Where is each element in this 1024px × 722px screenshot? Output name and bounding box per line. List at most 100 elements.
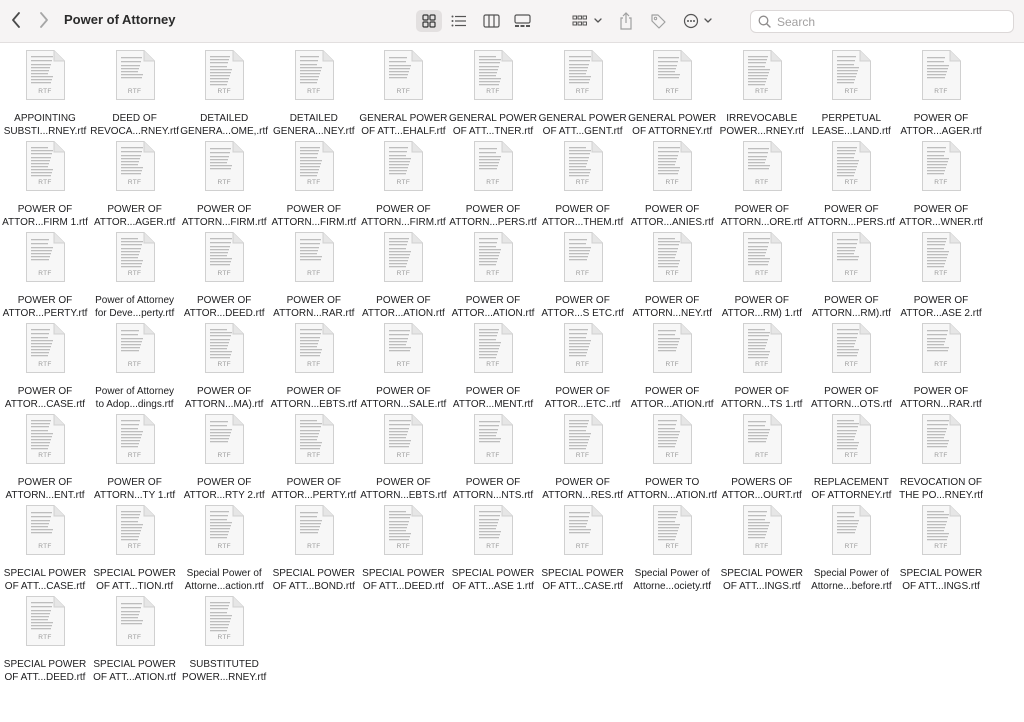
file-item[interactable]: RTF POWER OF ATTOR...MENT.rtf [448,323,538,413]
gallery-view-button[interactable] [511,10,533,32]
file-item[interactable]: RTF POWER OF ATTOR...PERTY.rtf [269,414,359,504]
file-item[interactable]: RTF POWER OF ATTOR...RTY 2.rtf [179,414,269,504]
forward-button[interactable] [34,10,54,30]
file-item[interactable]: RTF IRREVOCABLE POWER...RNEY.rtf [717,50,807,140]
file-item[interactable]: RTF GENERAL POWER OF ATT...EHALF.rtf [358,50,448,140]
file-item[interactable]: RTF POWER OF ATTORN...OTS.rtf [806,323,896,413]
file-type-label: RTF [755,543,769,550]
file-item[interactable]: RTF SPECIAL POWER OF ATT...CASE.rtf [538,505,628,595]
file-item[interactable]: RTF POWER OF ATTOR...AGER.rtf [896,50,986,140]
rtf-document-icon: RTF [294,232,334,282]
file-name-line-2: OF ATT...ATION.rtf [93,672,177,683]
file-item[interactable]: RTF POWER OF ATTORN...FIRM.rtf [269,141,359,231]
file-item[interactable]: RTF POWER OF ATTOR...FIRM 1.rtf [0,141,90,231]
file-item[interactable]: RTF DETAILED GENERA...NEY.rtf [269,50,359,140]
file-item[interactable]: RTF Power of Attorney for Deve...perty.rtf [90,232,180,322]
file-item[interactable]: RTF POWER TO ATTORN...ATION.rtf [627,414,717,504]
file-item[interactable]: RTF POWER OF ATTORN...ORE.rtf [717,141,807,231]
file-item[interactable]: RTF SPECIAL POWER OF ATT...BOND.rtf [269,505,359,595]
file-item[interactable]: RTF POWER OF ATTOR...ANIES.rtf [627,141,717,231]
search-field[interactable] [750,10,1014,33]
file-item[interactable]: RTF POWER OF ATTOR...ASE 2.rtf [896,232,986,322]
file-item[interactable]: RTF Power of Attorney to Adop...dings.rtf [90,323,180,413]
file-item[interactable]: RTF POWER OF ATTORN...TY 1.rtf [90,414,180,504]
file-item[interactable]: RTF SPECIAL POWER OF ATT...ASE 1.rtf [448,505,538,595]
file-name-line-2: ATTORN...ENT.rtf [5,490,85,501]
rtf-document-icon: RTF [383,50,424,100]
file-item[interactable]: RTF POWER OF ATTOR...ATION.rtf [627,323,717,413]
file-name: POWER OF ATTOR...RTY 2.rtf [179,476,269,502]
file-item[interactable]: RTF POWER OF ATTOR...CASE.rtf [0,323,90,413]
file-item[interactable]: RTF POWER OF ATTOR...S ETC.rtf [538,232,628,322]
file-item[interactable]: RTF GENERAL POWER OF ATTORNEY.rtf [627,50,717,140]
file-item[interactable]: RTF POWER OF ATTOR...WNER.rtf [896,141,986,231]
file-item[interactable]: RTF POWER OF ATTORN...SALE.rtf [358,323,448,413]
file-item[interactable]: RTF PERPETUAL LEASE...LAND.rtf [806,50,896,140]
file-item[interactable]: RTF POWER OF ATTOR...ATION.rtf [358,232,448,322]
file-item[interactable]: RTF SPECIAL POWER OF ATT...ATION.rtf [90,596,180,686]
file-name-line-2: ATTOR...AGER.rtf [900,126,982,137]
file-item[interactable]: RTF POWERS OF ATTOR...OURT.rtf [717,414,807,504]
file-item[interactable]: RTF POWER OF ATTORN...RES.rtf [538,414,628,504]
file-item[interactable]: RTF Special Power of Attorne...action.rtf [179,505,269,595]
file-item[interactable]: RTF POWER OF ATTORN...MA).rtf [179,323,269,413]
file-name-line-2: ATTORN...EBTS.rtf [270,399,357,410]
file-item[interactable]: RTF SPECIAL POWER OF ATT...CASE.rtf [0,505,90,595]
column-view-button[interactable] [480,10,502,32]
search-input[interactable] [777,14,997,29]
file-item[interactable]: RTF SUBSTITUTED POWER...RNEY.rtf [179,596,269,686]
file-item[interactable]: RTF REVOCATION OF THE PO...RNEY.rtf [896,414,986,504]
file-type-label: RTF [396,543,411,550]
file-item[interactable]: RTF POWER OF ATTOR...DEED.rtf [179,232,269,322]
file-item[interactable]: RTF DEED OF REVOCA...RNEY.rtf [90,50,180,140]
file-item[interactable]: RTF SPECIAL POWER OF ATT...INGS.rtf [896,505,986,595]
file-item[interactable]: RTF SPECIAL POWER OF ATT...TION.rtf [90,505,180,595]
file-item[interactable]: RTF POWER OF ATTORN...RM).rtf [806,232,896,322]
rtf-document-icon: RTF [383,232,424,282]
file-item[interactable]: RTF POWER OF ATTORN...FIRM.rtf [358,141,448,231]
action-menu-button[interactable] [683,10,717,32]
file-item[interactable]: RTF POWER OF ATTORN...ENT.rtf [0,414,90,504]
file-item[interactable]: RTF POWER OF ATTORN...FIRM.rtf [179,141,269,231]
file-item[interactable]: RTF POWER OF ATTORN...NEY.rtf [627,232,717,322]
file-item[interactable]: RTF POWER OF ATTORN...EBTS.rtf [358,414,448,504]
file-item[interactable]: RTF POWER OF ATTORN...EBTS.rtf [269,323,359,413]
file-item[interactable]: RTF Special Power of Attorne...before.rtf [806,505,896,595]
file-item[interactable]: RTF POWER OF ATTOR...THEM.rtf [538,141,628,231]
group-by-button[interactable] [572,10,604,32]
file-item[interactable]: RTF POWER OF ATTOR...ETC..rtf [538,323,628,413]
tag-button[interactable] [648,10,668,32]
share-button[interactable] [616,10,636,32]
file-item[interactable]: RTF Special Power of Attorne...ociety.rtf [627,505,717,595]
file-item[interactable]: RTF POWER OF ATTOR...AGER.rtf [90,141,180,231]
back-button[interactable] [6,10,26,30]
file-name-line-1: POWER OF [824,295,879,306]
file-name-line-2: Attorne...ociety.rtf [633,581,711,592]
file-item[interactable]: RTF POWER OF ATTORN...PERS.rtf [806,141,896,231]
file-item[interactable]: RTF POWER OF ATTOR...RM) 1.rtf [717,232,807,322]
icon-view-button[interactable] [416,10,442,32]
file-item[interactable]: RTF DETAILED GENERA...OME,.rtf [179,50,269,140]
file-item[interactable]: RTF POWER OF ATTORN...RAR.rtf [896,323,986,413]
file-item[interactable]: RTF APPOINTING SUBSTI...RNEY.rtf [0,50,90,140]
file-item[interactable]: RTF GENERAL POWER OF ATT...GENT.rtf [538,50,628,140]
file-item[interactable]: RTF POWER OF ATTOR...ATION.rtf [448,232,538,322]
file-item[interactable]: RTF GENERAL POWER OF ATT...TNER.rtf [448,50,538,140]
file-item[interactable]: RTF SPECIAL POWER OF ATT...INGS.rtf [717,505,807,595]
rtf-document-icon: RTF [25,414,65,464]
rtf-document-icon: RTF [831,414,872,464]
file-name: DEED OF REVOCA...RNEY.rtf [90,112,180,138]
rtf-document-icon: RTF [652,50,693,100]
file-item[interactable]: RTF SPECIAL POWER OF ATT...DEED.rtf [358,505,448,595]
file-item[interactable]: RTF POWER OF ATTORN...RAR.rtf [269,232,359,322]
file-name: POWER OF ATTOR...WNER.rtf [896,203,986,229]
file-item[interactable]: RTF SPECIAL POWER OF ATT...DEED.rtf [0,596,90,686]
file-type-label: RTF [755,361,769,368]
file-item[interactable]: RTF REPLACEMENT OF ATTORNEY.rtf [806,414,896,504]
file-item[interactable]: RTF POWER OF ATTORN...NTS.rtf [448,414,538,504]
file-item[interactable]: RTF POWER OF ATTOR...PERTY.rtf [0,232,90,322]
file-name: PERPETUAL LEASE...LAND.rtf [806,112,896,138]
file-item[interactable]: RTF POWER OF ATTORN...TS 1.rtf [717,323,807,413]
list-view-button[interactable] [448,10,470,32]
file-item[interactable]: RTF POWER OF ATTORN...PERS.rtf [448,141,538,231]
